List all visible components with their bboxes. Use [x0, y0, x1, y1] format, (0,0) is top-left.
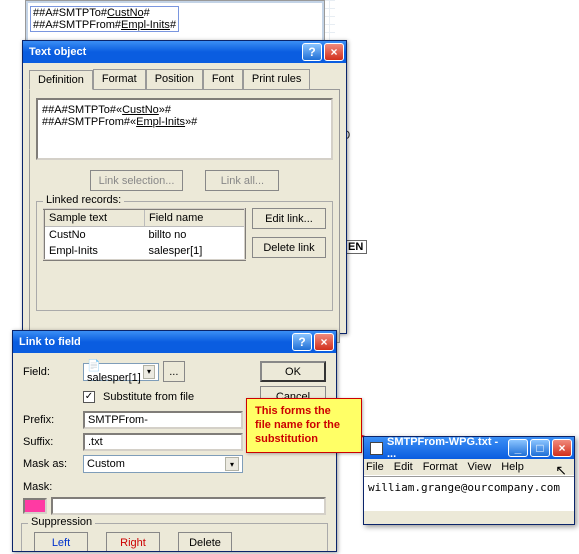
- close-button[interactable]: ×: [324, 43, 344, 61]
- table-row[interactable]: Empl-Inits salesper[1]: [44, 243, 245, 260]
- tab-position[interactable]: Position: [146, 69, 203, 89]
- close-button[interactable]: ×: [552, 439, 572, 457]
- mask-preview[interactable]: [23, 498, 47, 514]
- title-text: Text object: [29, 46, 300, 58]
- maximize-button[interactable]: □: [530, 439, 550, 457]
- chevron-down-icon[interactable]: ▾: [225, 457, 239, 471]
- tab-body: ##A#SMTPTo#«CustNo»# ##A#SMTPFrom#«Empl-…: [29, 89, 340, 343]
- tab-format[interactable]: Format: [93, 69, 146, 89]
- side-en: EN: [344, 240, 367, 254]
- text-object-dialog: Text object ? × Definition Format Positi…: [22, 40, 347, 334]
- ok-button[interactable]: OK: [260, 361, 326, 382]
- titlebar-text-object[interactable]: Text object ? ×: [23, 41, 346, 63]
- field-label: Field:: [23, 366, 79, 378]
- tab-font[interactable]: Font: [203, 69, 243, 89]
- edit-link-button[interactable]: Edit link...: [252, 208, 326, 229]
- link-all-button: Link all...: [205, 170, 279, 191]
- tab-print-rules[interactable]: Print rules: [243, 69, 311, 89]
- help-button[interactable]: ?: [292, 333, 312, 351]
- suffix-input[interactable]: [83, 433, 243, 451]
- notepad-textarea[interactable]: william.grange@ourcompany.com: [364, 476, 574, 510]
- sup-right-button[interactable]: Right: [106, 532, 160, 552]
- smtp-template-label: ##A#SMTPTo#CustNo# ##A#SMTPFrom#Empl-Ini…: [30, 6, 179, 32]
- suppression-group: Suppression Left Right Delete: [21, 523, 328, 552]
- suppression-label: Suppression: [28, 516, 95, 528]
- col-sample[interactable]: Sample text: [44, 209, 145, 227]
- prefix-label: Prefix:: [23, 414, 79, 426]
- prefix-input[interactable]: [83, 411, 243, 429]
- definition-textarea[interactable]: ##A#SMTPTo#«CustNo»# ##A#SMTPFrom#«Empl-…: [36, 98, 333, 160]
- field-select[interactable]: 📄 salesper[1] ▾: [83, 363, 159, 381]
- linked-records-group: Linked records: Sample text Field name C…: [36, 201, 333, 311]
- titlebar-link-to-field[interactable]: Link to field ? ×: [13, 331, 336, 353]
- title-text: SMTPFrom-WPG.txt - ...: [387, 436, 506, 460]
- chevron-down-icon[interactable]: ▾: [143, 365, 155, 379]
- mask-label: Mask:: [23, 481, 79, 493]
- sup-delete-button[interactable]: Delete: [178, 532, 232, 552]
- col-field[interactable]: Field name: [145, 209, 246, 227]
- delete-link-button[interactable]: Delete link: [252, 237, 326, 258]
- linked-records-label: Linked records:: [43, 194, 124, 206]
- maskas-label: Mask as:: [23, 458, 79, 470]
- help-button[interactable]: ?: [302, 43, 322, 61]
- close-button[interactable]: ×: [314, 333, 334, 351]
- menu-format[interactable]: Format: [423, 461, 458, 473]
- title-text: Link to field: [19, 336, 290, 348]
- menu-view[interactable]: View: [468, 461, 492, 473]
- menu-edit[interactable]: Edit: [394, 461, 413, 473]
- notepad-window: SMTPFrom-WPG.txt - ... _ □ × File Edit F…: [363, 436, 575, 525]
- maskas-select[interactable]: Custom ▾: [83, 455, 243, 473]
- suffix-label: Suffix:: [23, 436, 79, 448]
- notepad-icon: [370, 442, 383, 455]
- substitute-from-file-checkbox[interactable]: ✓: [83, 391, 95, 403]
- statusbar: [364, 510, 574, 524]
- menu-file[interactable]: File: [366, 461, 384, 473]
- sup-left-button[interactable]: Left: [34, 532, 88, 552]
- linked-records-table[interactable]: Sample text Field name CustNo billto no …: [43, 208, 246, 261]
- link-selection-button: Link selection...: [90, 170, 184, 191]
- mask-input[interactable]: [51, 497, 326, 515]
- tab-definition[interactable]: Definition: [29, 70, 93, 90]
- callout-note: This forms the file name for the substit…: [246, 398, 362, 453]
- substitute-from-file-label: Substitute from file: [103, 391, 194, 403]
- tabstrip: Definition Format Position Font Print ru…: [23, 63, 346, 89]
- cursor-icon: ↖: [555, 462, 567, 479]
- menubar: File Edit Format View Help: [364, 459, 574, 476]
- table-row[interactable]: CustNo billto no: [44, 227, 245, 244]
- minimize-button[interactable]: _: [508, 439, 528, 457]
- titlebar-notepad[interactable]: SMTPFrom-WPG.txt - ... _ □ ×: [364, 437, 574, 459]
- browse-button[interactable]: ...: [163, 361, 185, 382]
- menu-help[interactable]: Help: [501, 461, 524, 473]
